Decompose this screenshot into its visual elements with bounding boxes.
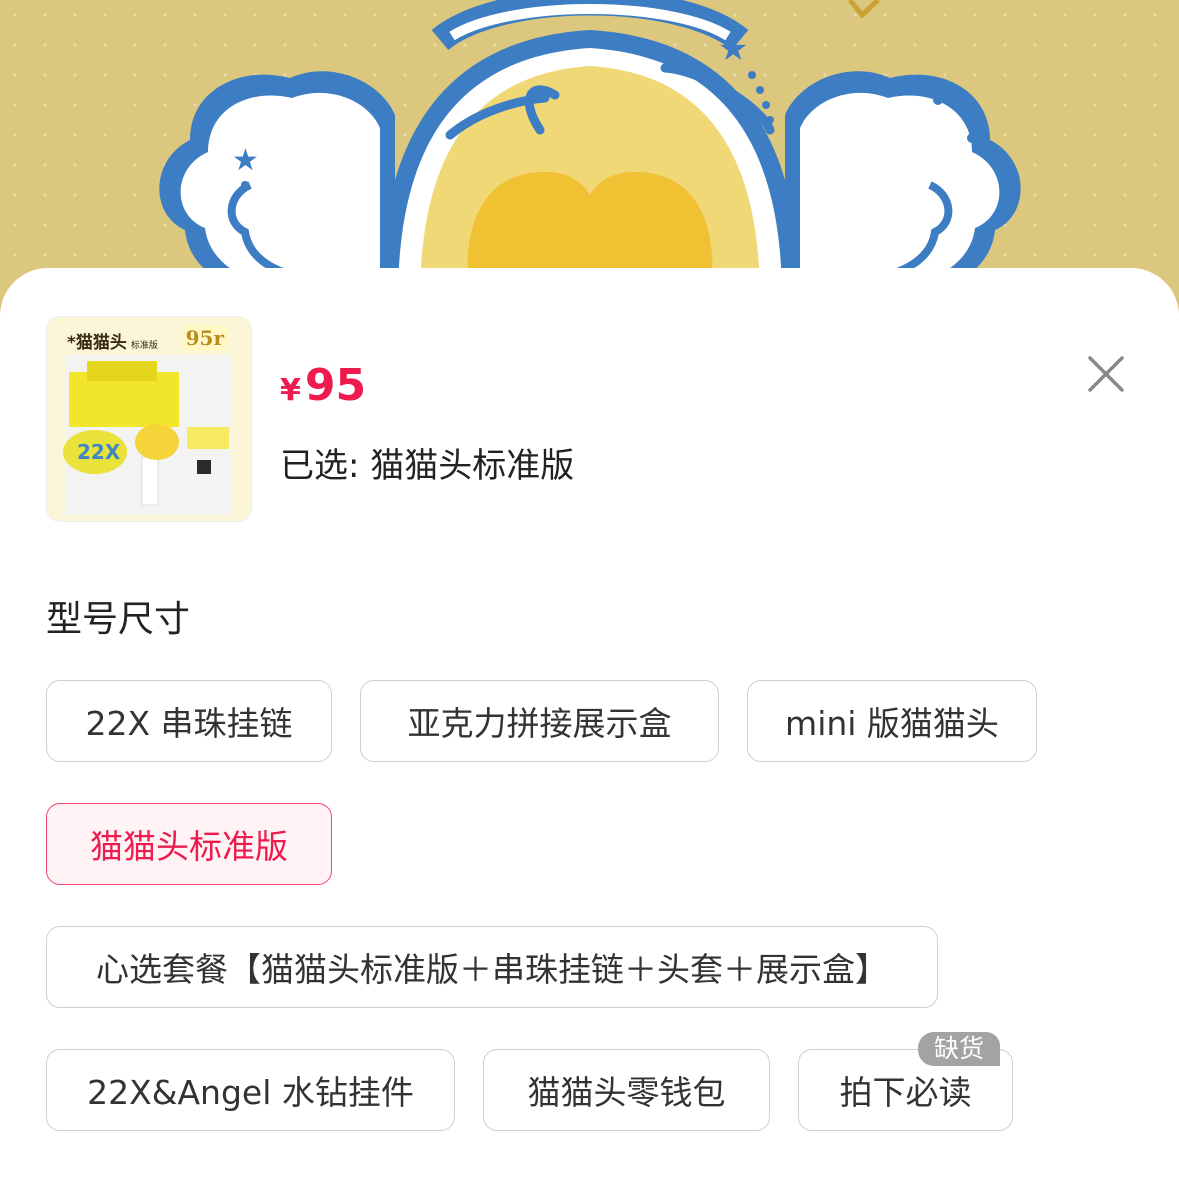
option-mini-cat-head[interactable]: mini 版猫猫头 [747,680,1037,762]
selected-sku-text: 已选: 猫猫头标准版 [280,446,575,486]
option-22x-bead-chain[interactable]: 22X 串珠挂链 [46,680,332,762]
close-icon [1088,356,1124,392]
option-label: 亚克力拼接展示盒 [407,704,672,743]
svg-text:★: ★ [718,29,748,69]
option-cat-head-standard[interactable]: 猫猫头标准版 [46,803,332,885]
option-label: 猫猫头零钱包 [527,1073,726,1112]
thumbnail-subtitle: 标准版 [130,341,158,351]
product-image-background: ★ ★ [0,0,1179,300]
sku-selection-sheet: 22X *猫猫头 标准版 95r ¥95 已选: 猫猫头标准版 型号尺寸 22X … [0,268,1179,1179]
option-cat-head-coin-purse[interactable]: 猫猫头零钱包 [483,1049,770,1131]
option-label: 22X&Angel 水钻挂件 [87,1073,414,1112]
section-title-model-size: 型号尺寸 [46,599,191,640]
price-value: 95 [304,360,367,411]
close-button[interactable] [1082,350,1130,398]
option-bundle-set[interactable]: 心选套餐【猫猫头标准版＋串珠挂链＋头套＋展示盒】 [46,926,938,1008]
option-label: 拍下必读 [839,1073,972,1112]
currency-symbol: ¥ [280,373,301,408]
option-22x-angel-rhinestone-charm[interactable]: 22X&Angel 水钻挂件 [46,1049,455,1131]
option-label: 猫猫头标准版 [90,827,288,866]
out-of-stock-badge: 缺货 [918,1032,1001,1066]
option-label: 心选套餐【猫猫头标准版＋串珠挂链＋头套＋展示盒】 [96,950,888,989]
svg-text:22X: 22X [77,440,121,464]
product-thumbnail: 22X *猫猫头 标准版 95r [46,316,252,522]
price: ¥95 [280,360,366,411]
option-acrylic-display-box[interactable]: 亚克力拼接展示盒 [360,680,719,762]
option-label: mini 版猫猫头 [785,704,999,743]
svg-text:★: ★ [232,143,259,178]
thumbnail-title-text: *猫猫头 [67,333,127,353]
option-label: 22X 串珠挂链 [85,704,293,743]
thumbnail-title: *猫猫头 标准版 [67,328,158,353]
angel-cat-illustration: ★ ★ [159,0,1021,300]
thumbnail-price-badge: 95r [180,325,229,351]
